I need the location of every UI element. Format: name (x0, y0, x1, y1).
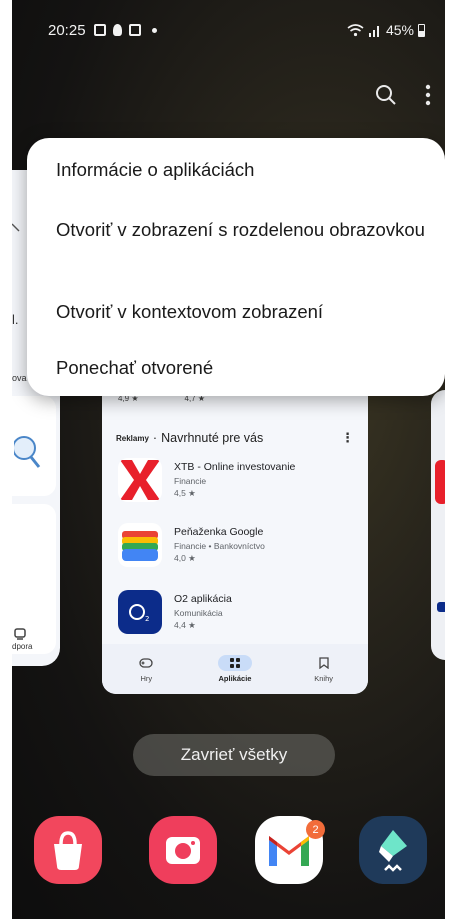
wifi-icon (347, 23, 364, 36)
menu-item-app-info[interactable]: Informácie o aplikáciách (56, 158, 425, 181)
menu-item-keep-open[interactable]: Ponechať otvorené (56, 356, 425, 379)
app-name: XTB - Online investovanie (174, 461, 296, 473)
left-card-search-fragment (12, 222, 22, 237)
app-rating: 4,0 ★ (174, 553, 196, 563)
google-wallet-icon (118, 523, 162, 567)
app-context-menu: Informácie o aplikáciách Otvoriť v zobra… (27, 138, 445, 396)
bulb-icon (112, 24, 122, 36)
section-header: Reklamy · Navrhnuté pre vás ⋮ (116, 430, 354, 446)
app-list-item[interactable]: XTB - Online investovanie Financie 4,5 ★ (118, 458, 295, 502)
app-rating: 4,5 ★ (174, 488, 196, 498)
left-card-text-fragment: ova (12, 373, 27, 383)
recent-app-card-right[interactable] (431, 390, 445, 660)
menu-item-pop-up-view[interactable]: Otvoriť v kontextovom zobrazení (56, 300, 425, 323)
nav-label: Aplikácie (218, 674, 252, 683)
status-bar: 20:25 45% (48, 18, 425, 42)
search-icon[interactable] (375, 84, 397, 106)
apps-icon (229, 658, 240, 668)
nav-apps[interactable]: Aplikácie (200, 655, 270, 683)
recents-actions (375, 84, 431, 106)
app-notification-icon (128, 24, 141, 36)
svg-text:2: 2 (145, 615, 149, 623)
app-rating: 4,4 ★ (174, 620, 196, 630)
section-more-icon[interactable]: ⋮ (341, 430, 354, 446)
app-category: Financie (174, 476, 207, 486)
more-options-icon[interactable] (425, 84, 431, 106)
left-card-tile (12, 396, 56, 496)
app-name: Peňaženka Google (174, 526, 264, 538)
right-card-icon-fragment (437, 602, 445, 612)
dot-icon (151, 27, 157, 33)
app-name: O2 aplikácia (174, 593, 232, 605)
galaxy-store-icon[interactable] (34, 816, 102, 884)
status-time: 20:25 (48, 21, 86, 39)
camera-icon[interactable] (149, 816, 217, 884)
nav-label: Knihy (314, 674, 334, 683)
app-category: Komunikácia (174, 608, 223, 618)
nav-label: Hry (140, 674, 153, 683)
left-card-text-fragment: l. (12, 312, 19, 327)
dock (12, 816, 445, 888)
close-all-button[interactable]: Zavrieť všetky (133, 734, 335, 776)
filmora-icon[interactable] (359, 816, 427, 884)
battery-percent: 45% (385, 22, 414, 38)
left-card-text-fragment: dpora (12, 642, 33, 651)
app-category: Financie • Bankovníctvo (174, 541, 265, 551)
ads-label: Reklamy (116, 433, 149, 443)
bookmark-icon (318, 657, 329, 669)
magnifier-illustration-icon (14, 436, 41, 468)
recents-screen: 20:25 45% l. ova dpora 4,9 ★ 4,7 ★ Rekla… (12, 0, 445, 919)
gamepad-icon (139, 658, 153, 668)
left-card-tile: dpora (12, 504, 56, 654)
app-list-item[interactable]: 2 O2 aplikácia Komunikácia 4,4 ★ (118, 590, 232, 634)
right-card-icon-fragment (435, 460, 445, 504)
nav-books[interactable]: Knihy (289, 655, 359, 683)
o2-icon: 2 (118, 590, 162, 634)
battery-icon (418, 23, 425, 37)
support-icon (14, 628, 26, 640)
section-separator: · (152, 431, 158, 445)
play-store-bottom-nav: Hry Aplikácie Knihy (102, 644, 368, 694)
section-title: Navrhnuté pre vás (161, 431, 264, 445)
xtb-icon (118, 458, 162, 502)
gallery-icon (93, 24, 106, 36)
app-list-item[interactable]: Peňaženka Google Financie • Bankovníctvo… (118, 523, 265, 567)
gmail-notification-badge: 2 (306, 820, 325, 839)
signal-icon (368, 25, 379, 37)
nav-games[interactable]: Hry (111, 655, 181, 683)
menu-item-split-screen[interactable]: Otvoriť v zobrazení s rozdelenou obrazov… (56, 218, 425, 241)
